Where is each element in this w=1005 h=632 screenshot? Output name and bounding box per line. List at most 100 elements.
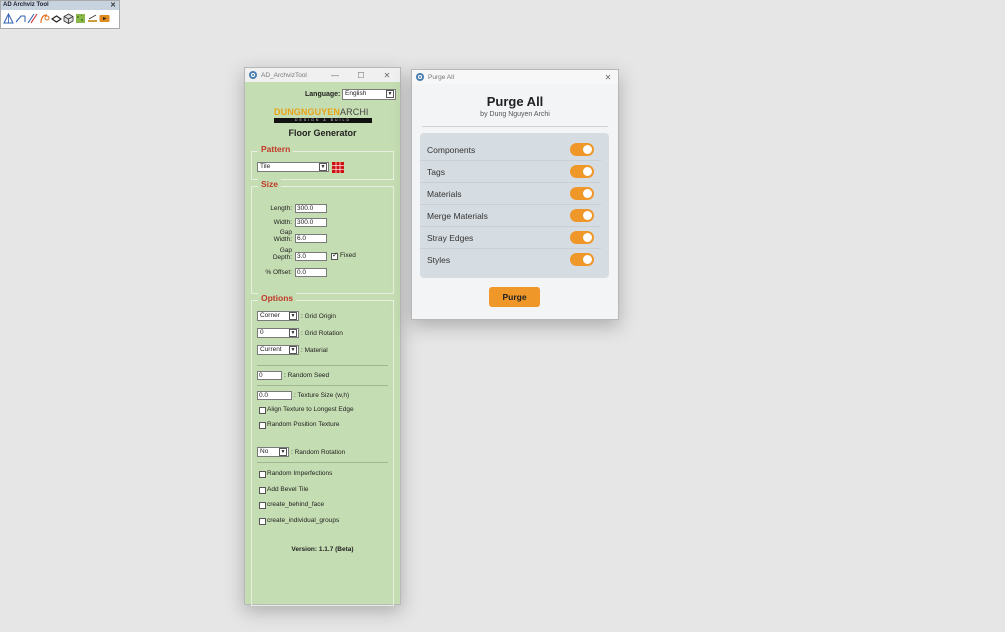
version-text: Version: 1.1.7 (Beta): [291, 546, 354, 553]
purge-item-label: Styles: [427, 255, 451, 265]
close-button[interactable]: ✕: [374, 71, 400, 80]
purge-window-title: Purge All: [428, 73, 455, 81]
ruler-icon[interactable]: [87, 13, 98, 24]
divider: [257, 462, 388, 463]
fixed-label: Fixed: [340, 252, 356, 259]
purge-item-materials: Materials: [420, 183, 601, 205]
width-label: Width:: [273, 219, 292, 226]
floor-window-body: Language: English ▼ DUNGNGUYENARCHI DESI…: [245, 82, 400, 606]
purge-item-tags: Tags: [420, 161, 601, 183]
purge-heading: Purge All: [486, 94, 544, 109]
pattern-select[interactable]: Tile ▼: [257, 162, 329, 172]
stair-icon[interactable]: [27, 13, 38, 24]
grid-rotation-select[interactable]: 0 ▼: [257, 328, 299, 338]
stray-edges-toggle[interactable]: [570, 231, 594, 244]
random-rotation-select[interactable]: No ▼: [257, 447, 289, 457]
gap-width-label-line1: Gap: [279, 229, 292, 236]
grid-origin-select[interactable]: Corner ▼: [257, 311, 299, 321]
random-position-checkbox[interactable]: [259, 422, 266, 429]
chevron-down-icon: ▼: [289, 346, 297, 354]
grass-icon[interactable]: [75, 13, 86, 24]
language-select[interactable]: English ▼: [342, 89, 396, 100]
divider: [422, 126, 608, 127]
create-individual-groups-checkbox[interactable]: [259, 518, 266, 525]
purge-item-components: Components: [420, 139, 601, 161]
materials-toggle[interactable]: [570, 187, 594, 200]
divider: [257, 385, 388, 386]
logo-text-secondary: ARCHI: [340, 107, 369, 117]
divider: [257, 365, 388, 366]
grid-rotation-label: : Grid Rotation: [301, 330, 343, 337]
size-group-title: Size: [258, 179, 282, 189]
arc-icon[interactable]: [39, 13, 50, 24]
gap-depth-label-line1: Gap: [279, 247, 292, 254]
components-toggle[interactable]: [570, 143, 594, 156]
chevron-down-icon: ▼: [319, 163, 327, 171]
logo-text-primary: DUNGNGUYEN: [274, 107, 341, 117]
chevron-down-icon: ▼: [289, 312, 297, 320]
grid-origin-label: : Grid Origin: [301, 313, 337, 320]
language-select-value: English: [345, 90, 367, 97]
roof-icon[interactable]: [3, 13, 14, 24]
gap-width-label-line2: Width:: [273, 236, 292, 243]
chevron-down-icon: ▼: [289, 329, 297, 337]
texture-size-label: : Texture Size (w,h): [294, 392, 350, 399]
purge-window-titlebar[interactable]: Purge All ✕: [412, 70, 618, 84]
purge-button[interactable]: Purge: [489, 287, 540, 307]
close-button[interactable]: ✕: [598, 73, 618, 82]
edge-icon[interactable]: [51, 13, 62, 24]
toolbar-titlebar[interactable]: AD Archviz Tool ✕: [1, 1, 119, 10]
width-input[interactable]: 300.0: [295, 218, 327, 227]
options-group-title: Options: [258, 293, 297, 303]
texture-size-input[interactable]: 0.0: [257, 391, 292, 400]
material-label: : Material: [301, 347, 328, 354]
align-texture-checkbox[interactable]: [259, 407, 266, 414]
chevron-down-icon: ▼: [386, 90, 394, 98]
purge-all-window: Purge All ✕ Purge All by Dung Nguyen Arc…: [411, 69, 619, 320]
random-imperfections-checkbox[interactable]: [259, 471, 266, 478]
play-icon[interactable]: [99, 13, 110, 24]
app-logo-icon: [249, 71, 257, 79]
purge-item-label: Components: [427, 145, 476, 155]
styles-toggle[interactable]: [570, 253, 594, 266]
toolbar-close-button[interactable]: ✕: [110, 1, 116, 10]
length-input[interactable]: 300.0: [295, 204, 327, 213]
merge-materials-toggle[interactable]: [570, 209, 594, 222]
logo-tagline: DESIGN & BUILD: [274, 118, 372, 123]
create-behind-face-checkbox[interactable]: [259, 502, 266, 509]
align-texture-label: Align Texture to Longest Edge: [267, 406, 354, 413]
tags-toggle[interactable]: [570, 165, 594, 178]
chevron-down-icon: ▼: [279, 448, 287, 456]
create-individual-groups-label: create_individual_groups: [267, 517, 340, 524]
purge-subtitle: by Dung Nguyen Archi: [480, 111, 550, 118]
random-imperfections-label: Random Imperfections: [267, 470, 333, 477]
tile-pattern-icon[interactable]: [332, 162, 344, 173]
floor-generator-heading: Floor Generator: [288, 128, 357, 138]
app-logo-icon: [416, 73, 424, 81]
material-select[interactable]: Current ▼: [257, 345, 299, 355]
purge-item-label: Stray Edges: [427, 233, 474, 243]
create-behind-face-label: create_behind_face: [267, 501, 325, 508]
gap-depth-input[interactable]: 3.0: [295, 252, 327, 261]
wall-line-icon[interactable]: [15, 13, 26, 24]
offset-input[interactable]: 0.0: [295, 268, 327, 277]
purge-item-label: Materials: [427, 189, 462, 199]
random-seed-label: : Random Seed: [284, 372, 330, 379]
gap-width-input[interactable]: 6.0: [295, 234, 327, 243]
archviz-toolbar: AD Archviz Tool ✕: [0, 0, 120, 29]
random-seed-input[interactable]: 0: [257, 371, 282, 380]
brand-logo: DUNGNGUYENARCHI DESIGN & BUILD: [274, 108, 372, 123]
language-label: Language:: [305, 91, 341, 98]
fixed-checkbox[interactable]: [331, 252, 338, 260]
floor-window-titlebar[interactable]: AD_ArchvizTool — ☐ ✕: [245, 68, 400, 82]
grid-origin-value: Corner: [260, 312, 280, 319]
offset-label: % Offset:: [265, 269, 292, 276]
purge-item-styles: Styles: [420, 249, 601, 271]
pattern-select-value: Tile: [260, 163, 271, 170]
purge-item-label: Merge Materials: [427, 211, 488, 221]
add-bevel-checkbox[interactable]: [259, 487, 266, 494]
minimize-button[interactable]: —: [322, 71, 348, 80]
cube-icon[interactable]: [63, 13, 74, 24]
maximize-button[interactable]: ☐: [348, 71, 374, 80]
random-rotation-label: : Random Rotation: [291, 449, 346, 456]
